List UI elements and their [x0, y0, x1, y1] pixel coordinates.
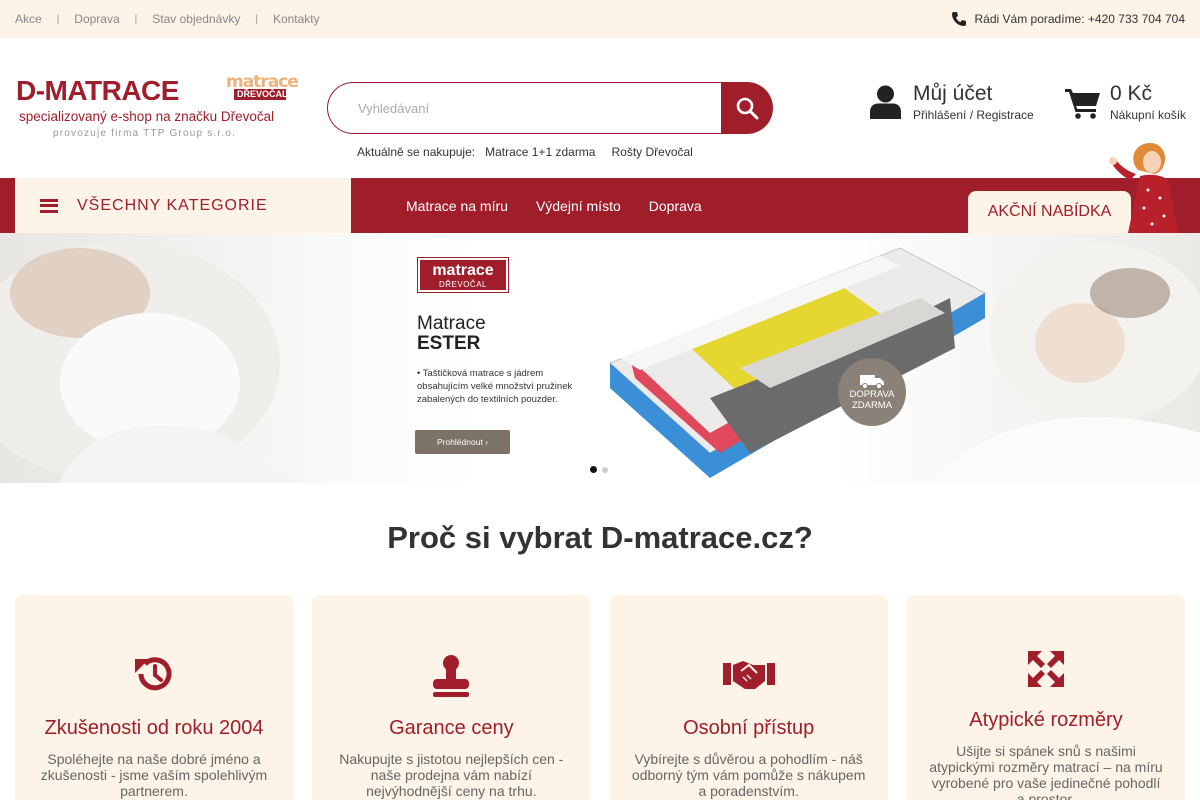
- top-link-akce[interactable]: Akce: [15, 12, 42, 26]
- nav-item-vydejni-misto[interactable]: Výdejní místo: [536, 198, 621, 214]
- slider-dot-active[interactable]: [590, 466, 597, 473]
- hero-cta-button[interactable]: Prohlédnout ›: [415, 430, 510, 454]
- hero-description: • Taštičková matrace s jádrem obsahující…: [417, 368, 573, 405]
- account-link[interactable]: Můj účet Přihlášení / Registrace: [870, 82, 1034, 122]
- main-navbar: VŠECHNY KATEGORIE Matrace na míru Výdejn…: [0, 142, 1200, 233]
- hero-brand-logo: matrace DŘEVOČAL: [417, 257, 509, 293]
- top-separator: |: [56, 13, 60, 25]
- handshake-icon: [722, 661, 775, 689]
- phone-contact[interactable]: Rádi Vám poradíme: +420 733 704 704: [951, 11, 1185, 27]
- history-icon: [135, 657, 172, 691]
- benefit-title: Atypické rozměry: [969, 709, 1123, 731]
- promo-tab[interactable]: AKČNÍ NABÍDKA: [968, 191, 1131, 233]
- logo-main-text: D-MATRACE: [16, 75, 179, 106]
- trending-label: Aktuálně se nakupuje:: [357, 145, 476, 159]
- top-separator: |: [255, 13, 258, 25]
- hero-brand-bottom: DŘEVOČAL: [438, 280, 487, 289]
- phone-icon: [951, 12, 966, 26]
- top-separator: |: [134, 13, 138, 25]
- slider-dot[interactable]: [602, 467, 608, 473]
- benefits-cards: Zkušenosti od roku 2004 Spoléhejte na na…: [15, 595, 1185, 800]
- cart-link[interactable]: 0 Kč Nákupní košík: [1065, 82, 1186, 122]
- all-categories-button[interactable]: VŠECHNY KATEGORIE: [15, 178, 351, 233]
- truck-icon: [860, 375, 884, 389]
- top-link-stav-objednavky[interactable]: Stav objednávky: [152, 12, 240, 26]
- free-shipping-badge: DOPRAVA ZDARMA: [838, 358, 906, 426]
- trending-searches: Aktuálně se nakupuje: Matrace 1+1 zdarma…: [357, 145, 709, 159]
- main-nav: Matrace na míru Výdejní místo Doprava: [392, 178, 716, 233]
- all-categories-label: VŠECHNY KATEGORIE: [77, 196, 268, 214]
- benefit-text: Ušijte si spánek snů s našimi atypickými…: [929, 743, 1163, 800]
- hero-heading-line1: Matrace: [417, 313, 486, 334]
- benefit-text: Nakupujte s jistotou nejlepších cen - na…: [339, 751, 564, 799]
- hero-banner[interactable]: matrace DŘEVOČAL Matrace ESTER • Taštičk…: [0, 233, 1200, 483]
- cart-total: 0 Kč: [1110, 82, 1153, 105]
- hero-heading-line2: ESTER: [417, 333, 481, 354]
- cart-label: Nákupní košík: [1110, 108, 1187, 122]
- site-logo[interactable]: D-MATRACE matrace DŘEVOČAL specializovan…: [16, 74, 299, 145]
- search-input[interactable]: [327, 82, 722, 134]
- top-link-doprava[interactable]: Doprava: [74, 12, 119, 26]
- search-button[interactable]: [721, 82, 773, 134]
- free-shipping-line1: DOPRAVA: [849, 389, 895, 400]
- benefit-card: Garance ceny Nakupujte s jistotou nejlep…: [312, 595, 591, 800]
- menu-icon: [40, 198, 58, 213]
- sleeping-woman-image: [0, 243, 300, 483]
- benefit-text: Spoléhejte na naše dobré jméno a zkušeno…: [40, 751, 268, 799]
- search-bar: [327, 82, 773, 134]
- benefit-card: Atypické rozměry Ušijte si spánek snů s …: [906, 595, 1185, 800]
- why-section-title: Proč si vybrat D-matrace.cz?: [387, 520, 813, 555]
- account-title: Můj účet: [913, 82, 993, 105]
- slider-dots: [590, 466, 613, 473]
- hero-brand-top: matrace: [432, 262, 494, 279]
- benefit-card: Osobní přístup Vybírejte s důvěrou a poh…: [609, 595, 888, 800]
- trending-link[interactable]: Matrace 1+1 zdarma: [485, 145, 595, 159]
- expand-icon: [1027, 651, 1064, 687]
- logo-operator: provozuje firma TTP Group s.r.o.: [53, 128, 237, 139]
- top-nav: Akce | Doprava | Stav objednávky | Konta…: [15, 12, 320, 26]
- benefit-title: Osobní přístup: [683, 717, 815, 739]
- benefit-title: Zkušenosti od roku 2004: [44, 717, 264, 739]
- phone-text: Rádi Vám poradíme: +420 733 704 704: [974, 12, 1185, 26]
- mattress-image: [609, 247, 987, 478]
- trending-link[interactable]: Rošty Dřevočal: [611, 145, 692, 159]
- top-link-kontakty[interactable]: Kontakty: [273, 12, 320, 26]
- stamp-icon: [433, 655, 470, 697]
- logo-badge: matrace DŘEVOČAL: [226, 74, 299, 100]
- nav-item-doprava[interactable]: Doprava: [649, 198, 702, 214]
- benefit-card: Zkušenosti od roku 2004 Spoléhejte na na…: [15, 595, 293, 800]
- account-subtitle: Přihlášení / Registrace: [913, 108, 1034, 122]
- benefit-text: Vybírejte s důvěrou a pohodlím - náš odb…: [631, 751, 866, 799]
- free-shipping-line2: ZDARMA: [851, 400, 893, 411]
- cart-icon: [1065, 89, 1100, 119]
- user-icon: [870, 85, 901, 119]
- top-bar: Akce | Doprava | Stav objednávky | Konta…: [0, 0, 1200, 38]
- nav-item-matrace-na-miru[interactable]: Matrace na míru: [406, 198, 508, 214]
- logo-badge-bottom: DŘEVOČAL: [234, 89, 288, 100]
- search-icon: [736, 97, 759, 120]
- header: D-MATRACE matrace DŘEVOČAL specializovan…: [0, 38, 1200, 178]
- logo-subtitle: specializovaný e-shop na značku Dřevočal: [19, 109, 275, 124]
- benefit-title: Garance ceny: [389, 717, 514, 739]
- promo-girl-illustration: [1109, 142, 1178, 233]
